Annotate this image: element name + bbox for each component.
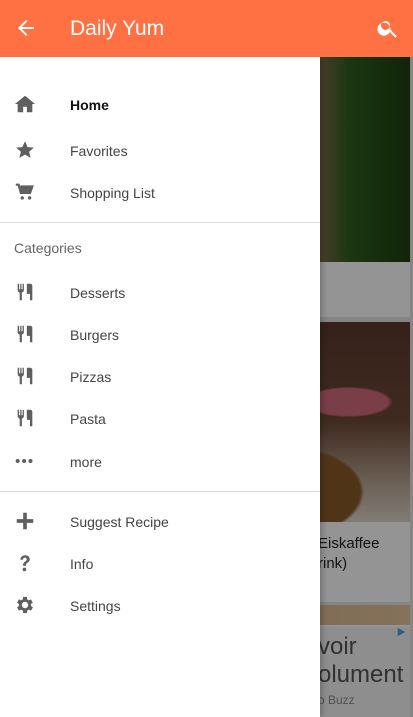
drawer-item-label: Home: [70, 97, 109, 113]
drawer-item-label: Burgers: [70, 327, 120, 343]
drawer-item-pasta[interactable]: Pasta: [0, 398, 320, 440]
arrow-back-icon[interactable]: [14, 16, 38, 40]
gear-icon: [14, 594, 36, 616]
utensils-icon: [14, 323, 36, 345]
drawer-item-desserts[interactable]: Desserts: [0, 272, 320, 314]
search-icon[interactable]: [376, 16, 400, 40]
app-bar: Daily Yum: [0, 0, 413, 57]
drawer-item-burgers[interactable]: Burgers: [0, 314, 320, 356]
utensils-icon: [14, 407, 36, 429]
drawer-item-pizzas[interactable]: Pizzas: [0, 356, 320, 398]
drawer-item-more[interactable]: more: [0, 441, 320, 483]
drawer-item-home[interactable]: Home: [0, 84, 320, 126]
drawer-item-info[interactable]: Info: [0, 543, 320, 585]
cart-icon: [14, 181, 36, 203]
drawer-item-label: Favorites: [70, 143, 128, 159]
star-icon: [14, 139, 36, 161]
question-icon: [14, 552, 36, 574]
more-icon: [14, 450, 36, 472]
utensils-icon: [14, 365, 36, 387]
drawer-item-label: Settings: [70, 598, 121, 614]
plus-icon: [14, 510, 36, 532]
navigation-drawer: Home Favorites Shopping List Categories …: [0, 57, 320, 717]
utensils-icon: [14, 281, 36, 303]
divider: [0, 222, 320, 223]
drawer-item-shopping-list[interactable]: Shopping List: [0, 172, 320, 214]
home-icon: [14, 93, 36, 115]
drawer-item-label: Suggest Recipe: [70, 514, 169, 530]
drawer-item-label: Info: [70, 556, 94, 572]
drawer-item-favorites[interactable]: Favorites: [0, 130, 320, 172]
drawer-item-suggest-recipe[interactable]: Suggest Recipe: [0, 501, 320, 543]
categories-header: Categories: [14, 240, 82, 256]
app-screen: Daily Yum Eiskaffee rink) voir olument o…: [0, 0, 413, 717]
drawer-item-label: Shopping List: [70, 185, 155, 201]
drawer-item-settings[interactable]: Settings: [0, 585, 320, 627]
drawer-item-label: Pizzas: [70, 369, 112, 385]
app-title: Daily Yum: [70, 17, 165, 40]
drawer-item-label: Pasta: [70, 411, 106, 427]
divider: [0, 491, 320, 492]
drawer-item-label: Desserts: [70, 285, 126, 301]
drawer-item-label: more: [70, 454, 102, 470]
